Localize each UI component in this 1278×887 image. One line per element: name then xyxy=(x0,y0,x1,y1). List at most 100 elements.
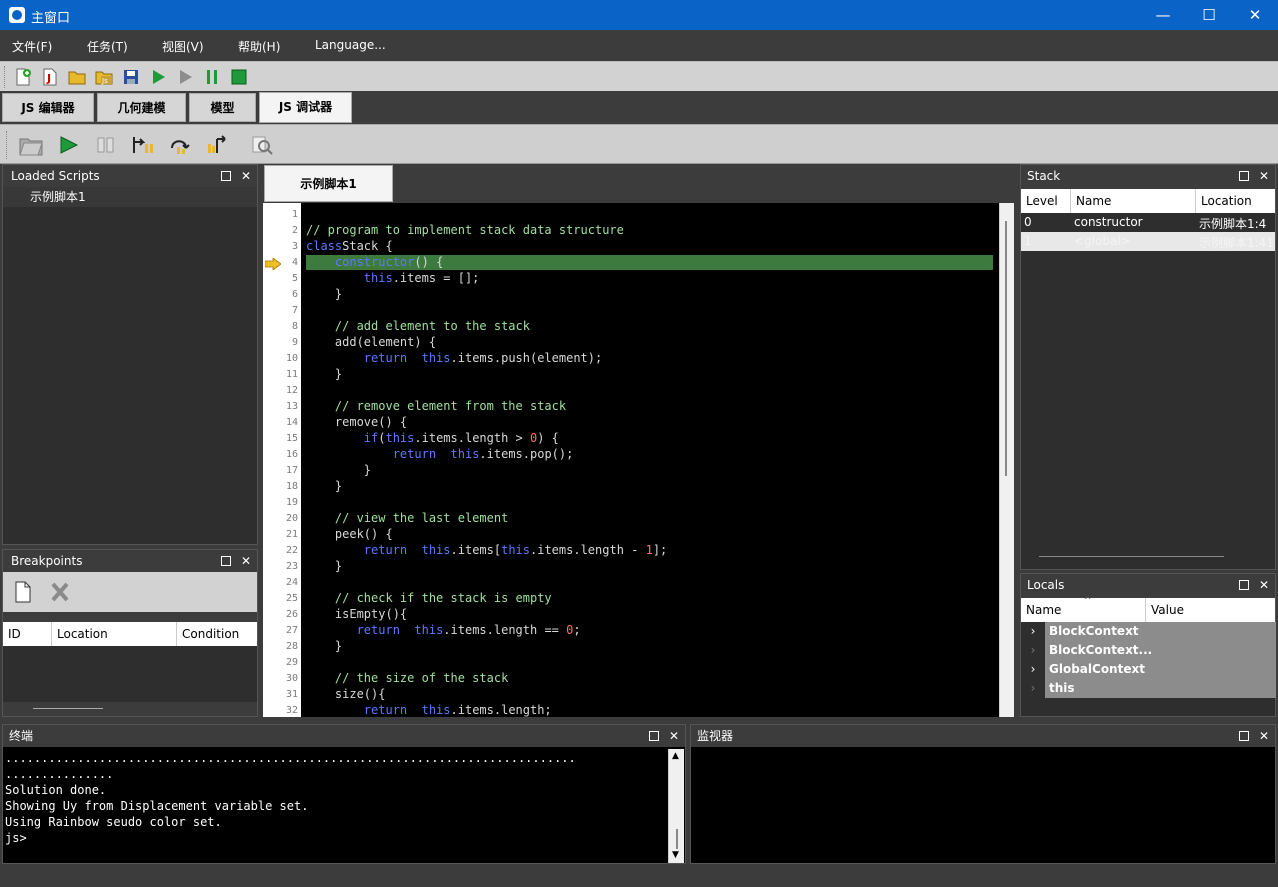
maximize-button[interactable]: ☐ xyxy=(1186,0,1232,30)
scroll-thumb[interactable] xyxy=(676,829,678,849)
float-icon[interactable] xyxy=(1238,171,1249,181)
find-in-script-icon[interactable] xyxy=(250,134,274,156)
col-level[interactable]: Level xyxy=(1021,189,1071,213)
locals-row[interactable]: › BlockContext xyxy=(1021,622,1276,641)
close-icon[interactable]: ✕ xyxy=(1259,169,1269,183)
open-script-icon[interactable] xyxy=(18,133,44,157)
menu-help[interactable]: 帮助(H) xyxy=(238,38,280,55)
col-name[interactable]: Name xyxy=(1071,189,1196,213)
stack-title: Stack ✕ xyxy=(1021,165,1275,187)
script-list-item[interactable]: 示例脚本1 xyxy=(3,187,257,207)
col-location[interactable]: Location xyxy=(1196,189,1275,213)
expand-chevron-icon[interactable]: › xyxy=(1021,660,1045,679)
menu-task[interactable]: 任务(T) xyxy=(87,38,128,55)
open-folder-icon[interactable] xyxy=(68,68,86,86)
stop-icon[interactable] xyxy=(230,68,248,86)
terminal-vertical-scrollbar[interactable]: ▲ ▼ xyxy=(668,749,684,863)
close-icon[interactable]: ✕ xyxy=(1259,729,1269,743)
col-id[interactable]: ID xyxy=(3,622,52,646)
panel-controls: ✕ xyxy=(648,725,679,747)
float-icon[interactable] xyxy=(1238,731,1249,741)
menu-file[interactable]: 文件(F) xyxy=(12,38,52,55)
stack-row[interactable]: 0 constructor 示例脚本1:4 xyxy=(1021,213,1275,232)
monitor-panel: 监视器 ✕ xyxy=(690,724,1276,864)
stack-panel: Stack ✕ Level Name Location 0 constructo… xyxy=(1020,164,1276,570)
tab-js-debugger[interactable]: JS 调试器 xyxy=(259,92,352,123)
code-line: } xyxy=(306,367,343,381)
open-js-icon[interactable]: Js xyxy=(95,68,113,86)
code-line: // remove element from the stack xyxy=(334,399,567,413)
float-icon[interactable] xyxy=(220,556,231,566)
code-line: // the size of the stack xyxy=(334,671,509,685)
horizontal-scrollbar[interactable] xyxy=(33,708,103,709)
editor-vertical-scrollbar[interactable] xyxy=(999,203,1014,717)
locals-row[interactable]: › GlobalContext xyxy=(1021,660,1276,679)
step-over-icon[interactable] xyxy=(168,134,192,156)
save-icon[interactable] xyxy=(122,68,140,86)
scroll-down-icon[interactable]: ▼ xyxy=(672,850,679,860)
code-line: return this.items[this.items.length - 1]… xyxy=(363,543,668,557)
scroll-up-icon[interactable]: ▲ xyxy=(672,751,679,761)
stack-name: <global> xyxy=(1074,234,1131,248)
col-location[interactable]: Location xyxy=(52,622,177,646)
breakpoints-header: ID Location Condition xyxy=(3,622,257,646)
interrupt-icon[interactable] xyxy=(95,135,117,155)
run-icon[interactable] xyxy=(149,68,167,86)
step-into-icon[interactable] xyxy=(131,134,155,156)
stack-level: 1 xyxy=(1024,234,1032,248)
code-line: add(element) { xyxy=(306,335,437,349)
minimize-button[interactable]: — xyxy=(1140,0,1186,30)
panel-controls: ✕ xyxy=(1238,725,1269,747)
new-js-icon[interactable]: J xyxy=(41,68,59,86)
terminal-panel: 终端 ✕ ...................................… xyxy=(2,724,686,864)
code-editor[interactable]: 1 2 3 4 5 6 7 8 9 10 11 12 13 14 15 16 17 18 19 20 21 22 23 24 2… xyxy=(263,203,999,717)
close-icon[interactable]: ✕ xyxy=(241,169,251,183)
expand-chevron-icon[interactable]: › xyxy=(1021,622,1045,641)
col-value[interactable]: Value xyxy=(1146,598,1275,622)
continue-icon[interactable] xyxy=(58,135,80,155)
close-icon[interactable]: ✕ xyxy=(241,554,251,568)
float-icon[interactable] xyxy=(1238,580,1249,590)
terminal-title-text: 终端 xyxy=(9,729,34,743)
close-window-button[interactable]: ✕ xyxy=(1232,0,1278,30)
code-line: isEmpty(){ xyxy=(306,607,408,621)
code-line: return this.items.push(element); xyxy=(363,351,603,365)
close-icon[interactable]: ✕ xyxy=(1259,578,1269,592)
new-file-icon[interactable] xyxy=(14,68,32,86)
breakpoints-list xyxy=(3,646,257,702)
step-out-icon[interactable] xyxy=(205,134,229,156)
monitor-title-text: 监视器 xyxy=(697,729,734,743)
status-bar xyxy=(0,865,1278,887)
loaded-scripts-title: Loaded Scripts ✕ xyxy=(3,165,257,187)
menu-bar: 文件(F) 任务(T) 视图(V) 帮助(H) Language... xyxy=(0,30,1278,61)
horizontal-scrollbar[interactable] xyxy=(1039,556,1224,557)
code-line: return this.items.pop(); xyxy=(392,447,574,461)
col-condition[interactable]: Condition xyxy=(177,622,257,646)
scroll-thumb[interactable] xyxy=(1005,221,1007,476)
pause-icon[interactable] xyxy=(203,68,221,86)
tab-model[interactable]: 模型 xyxy=(189,93,256,122)
float-icon[interactable] xyxy=(648,731,659,741)
main-tab-bar: JS 编辑器 几何建模 模型 JS 调试器 xyxy=(0,91,1278,124)
tab-js-editor[interactable]: JS 编辑器 xyxy=(2,93,94,122)
loaded-scripts-title-text: Loaded Scripts xyxy=(11,169,100,183)
menu-view[interactable]: 视图(V) xyxy=(162,38,204,55)
menu-language[interactable]: Language... xyxy=(315,38,386,52)
locals-row[interactable]: › this xyxy=(1021,679,1276,698)
locals-row[interactable]: › BlockContext... xyxy=(1021,641,1276,660)
stack-row[interactable]: 1 <global> 示例脚本1:41 xyxy=(1021,232,1275,251)
tab-script-1[interactable]: 示例脚本1 xyxy=(264,165,393,202)
new-breakpoint-icon[interactable] xyxy=(13,581,33,603)
close-icon[interactable]: ✕ xyxy=(669,729,679,743)
tab-geometry[interactable]: 几何建模 xyxy=(97,93,186,122)
terminal-output[interactable]: ........................................… xyxy=(5,750,665,862)
locals-name: BlockContext... xyxy=(1049,643,1153,657)
float-icon[interactable] xyxy=(220,171,231,181)
delete-breakpoint-icon[interactable] xyxy=(50,581,70,603)
code-line: // check if the stack is empty xyxy=(334,591,552,605)
loaded-scripts-panel: Loaded Scripts ✕ 示例脚本1 xyxy=(2,164,258,545)
breakpoints-toolbar xyxy=(3,572,257,612)
stack-location: 示例脚本1:41 xyxy=(1199,236,1274,250)
breakpoints-title-text: Breakpoints xyxy=(11,554,83,568)
code-line: this.items = []; xyxy=(363,271,480,285)
